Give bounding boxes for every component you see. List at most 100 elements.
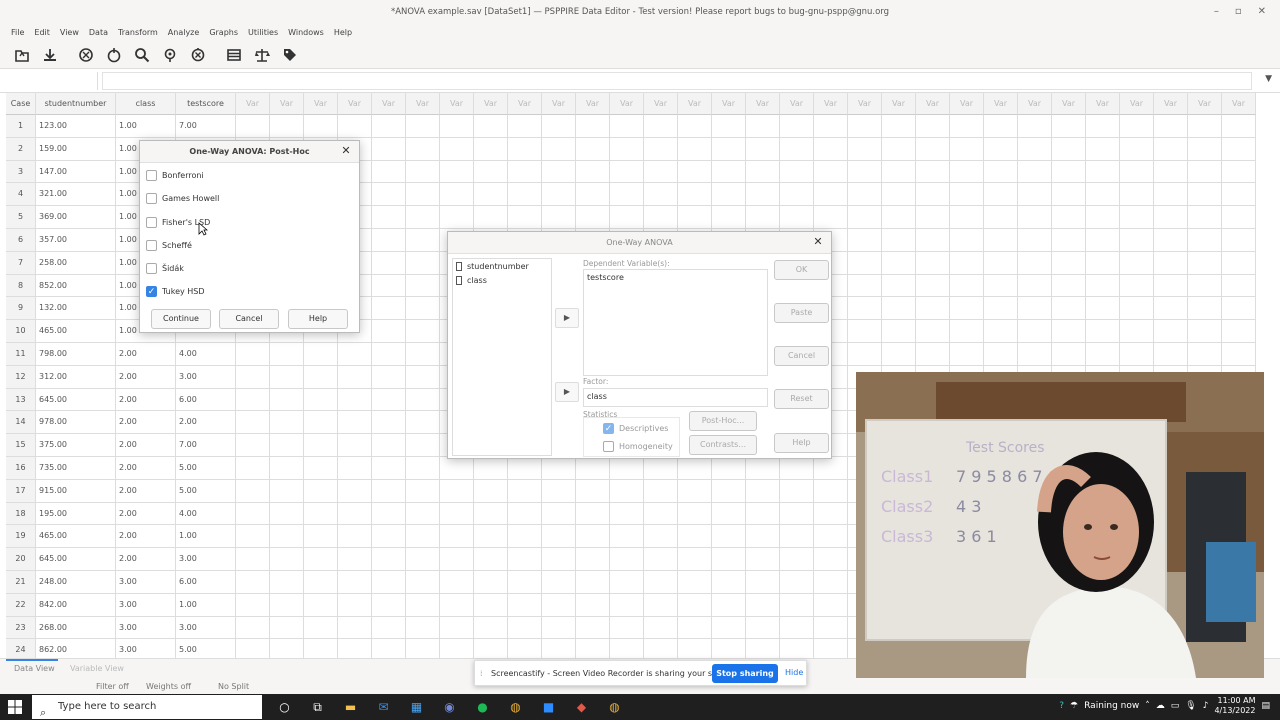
cell-studentnumber[interactable]: 357.00 [36, 228, 116, 252]
tab-variable-view[interactable]: Variable View [70, 664, 124, 673]
volume-icon[interactable]: ♪ [1203, 701, 1209, 711]
cell-empty[interactable] [644, 137, 678, 161]
cell-empty[interactable] [1188, 115, 1222, 138]
checkbox-box[interactable] [146, 170, 157, 181]
cell-empty[interactable] [950, 320, 984, 343]
cell-empty[interactable] [916, 320, 950, 343]
cell-empty[interactable] [678, 548, 712, 571]
cell-empty[interactable] [576, 548, 610, 571]
cell-empty[interactable] [508, 570, 542, 594]
cell-empty[interactable] [1086, 228, 1120, 252]
cell-empty[interactable] [916, 251, 950, 275]
cell-testscore[interactable]: 5.00 [176, 479, 236, 503]
cell-empty[interactable] [1154, 297, 1188, 321]
list-item[interactable]: studentnumber [453, 259, 551, 273]
maximize-button[interactable]: ▫ [1235, 0, 1242, 24]
task-view-icon[interactable]: ⧉ [301, 696, 334, 718]
cell-empty[interactable] [1120, 183, 1154, 207]
cell-empty[interactable] [542, 479, 576, 503]
cell-empty[interactable] [508, 183, 542, 207]
menu-file[interactable]: File [6, 24, 29, 41]
cell-empty[interactable] [304, 388, 338, 412]
discord-icon[interactable]: ◉ [433, 696, 466, 718]
cell-empty[interactable] [338, 456, 372, 480]
checkbox-box[interactable] [146, 240, 157, 251]
cell-empty[interactable] [780, 137, 814, 161]
cell-studentnumber[interactable]: 321.00 [36, 183, 116, 207]
cell-empty[interactable] [576, 183, 610, 207]
minimize-button[interactable]: – [1214, 0, 1219, 24]
cell-empty[interactable] [304, 115, 338, 138]
cell-empty[interactable] [440, 479, 474, 503]
microphone-icon[interactable]: 🎙 [1185, 701, 1196, 711]
cell-empty[interactable] [712, 593, 746, 617]
file-explorer-icon[interactable]: ▬ [334, 696, 367, 718]
cell-empty[interactable] [474, 548, 508, 571]
cell-empty[interactable] [270, 411, 304, 435]
checkbox-box[interactable] [146, 217, 157, 228]
cell-empty[interactable] [508, 137, 542, 161]
cell-empty[interactable] [406, 228, 440, 252]
cell-empty[interactable] [440, 456, 474, 480]
cell-empty[interactable] [542, 456, 576, 480]
header-empty-var[interactable]: Var [1120, 93, 1154, 115]
cell-studentnumber[interactable]: 147.00 [36, 160, 116, 184]
cell-empty[interactable] [1188, 320, 1222, 343]
checkbox-scheffe[interactable]: Scheffé [146, 240, 192, 251]
cell-empty[interactable] [576, 456, 610, 480]
cell-empty[interactable] [406, 502, 440, 526]
cell-empty[interactable] [780, 206, 814, 229]
cell-empty[interactable] [576, 206, 610, 229]
cell-empty[interactable] [1086, 342, 1120, 366]
cell-empty[interactable] [678, 183, 712, 207]
cell-empty[interactable] [236, 570, 270, 594]
checkbox-descriptives[interactable]: ✓ Descriptives [603, 423, 668, 434]
weather-text[interactable]: Raining now [1084, 701, 1139, 711]
cell-empty[interactable] [406, 297, 440, 321]
cell-empty[interactable] [270, 502, 304, 526]
header-empty-var[interactable]: Var [576, 93, 610, 115]
header-empty-var[interactable]: Var [780, 93, 814, 115]
cell-empty[interactable] [848, 342, 882, 366]
cell-empty[interactable] [712, 548, 746, 571]
list-item[interactable]: class [453, 273, 551, 287]
cell-empty[interactable] [712, 479, 746, 503]
weather-icon[interactable]: ☂ [1070, 701, 1078, 711]
cell-empty[interactable] [814, 570, 848, 594]
cell-testscore[interactable]: 6.00 [176, 570, 236, 594]
split-file-icon[interactable] [220, 43, 248, 67]
cell-empty[interactable] [882, 251, 916, 275]
cell-empty[interactable] [610, 206, 644, 229]
menu-utilities[interactable]: Utilities [243, 24, 283, 41]
cell-empty[interactable] [1154, 274, 1188, 298]
cell-empty[interactable] [882, 115, 916, 138]
cell-empty[interactable] [236, 479, 270, 503]
cell-empty[interactable] [746, 616, 780, 640]
cell-empty[interactable] [1120, 206, 1154, 229]
menu-edit[interactable]: Edit [29, 24, 55, 41]
cell-empty[interactable] [644, 570, 678, 594]
cell-empty[interactable] [746, 593, 780, 617]
cell-empty[interactable] [610, 183, 644, 207]
cell-empty[interactable] [372, 342, 406, 366]
cell-empty[interactable] [678, 570, 712, 594]
cell-empty[interactable] [576, 115, 610, 138]
cell-empty[interactable] [814, 115, 848, 138]
cell-empty[interactable] [644, 160, 678, 184]
cell-empty[interactable] [712, 183, 746, 207]
cortana-icon[interactable]: ○ [268, 696, 301, 718]
cell-empty[interactable] [1222, 137, 1256, 161]
cell-empty[interactable] [848, 297, 882, 321]
cell-empty[interactable] [610, 160, 644, 184]
cell-empty[interactable] [1052, 160, 1086, 184]
chevron-up-icon[interactable]: ˄ [1145, 701, 1150, 711]
cell-empty[interactable] [950, 342, 984, 366]
cell-empty[interactable] [508, 593, 542, 617]
cell-empty[interactable] [372, 456, 406, 480]
cell-empty[interactable] [542, 502, 576, 526]
cell-empty[interactable] [236, 616, 270, 640]
header-empty-var[interactable]: Var [1086, 93, 1120, 115]
cell-empty[interactable] [372, 434, 406, 457]
cell-empty[interactable] [1120, 137, 1154, 161]
cell-empty[interactable] [1018, 206, 1052, 229]
